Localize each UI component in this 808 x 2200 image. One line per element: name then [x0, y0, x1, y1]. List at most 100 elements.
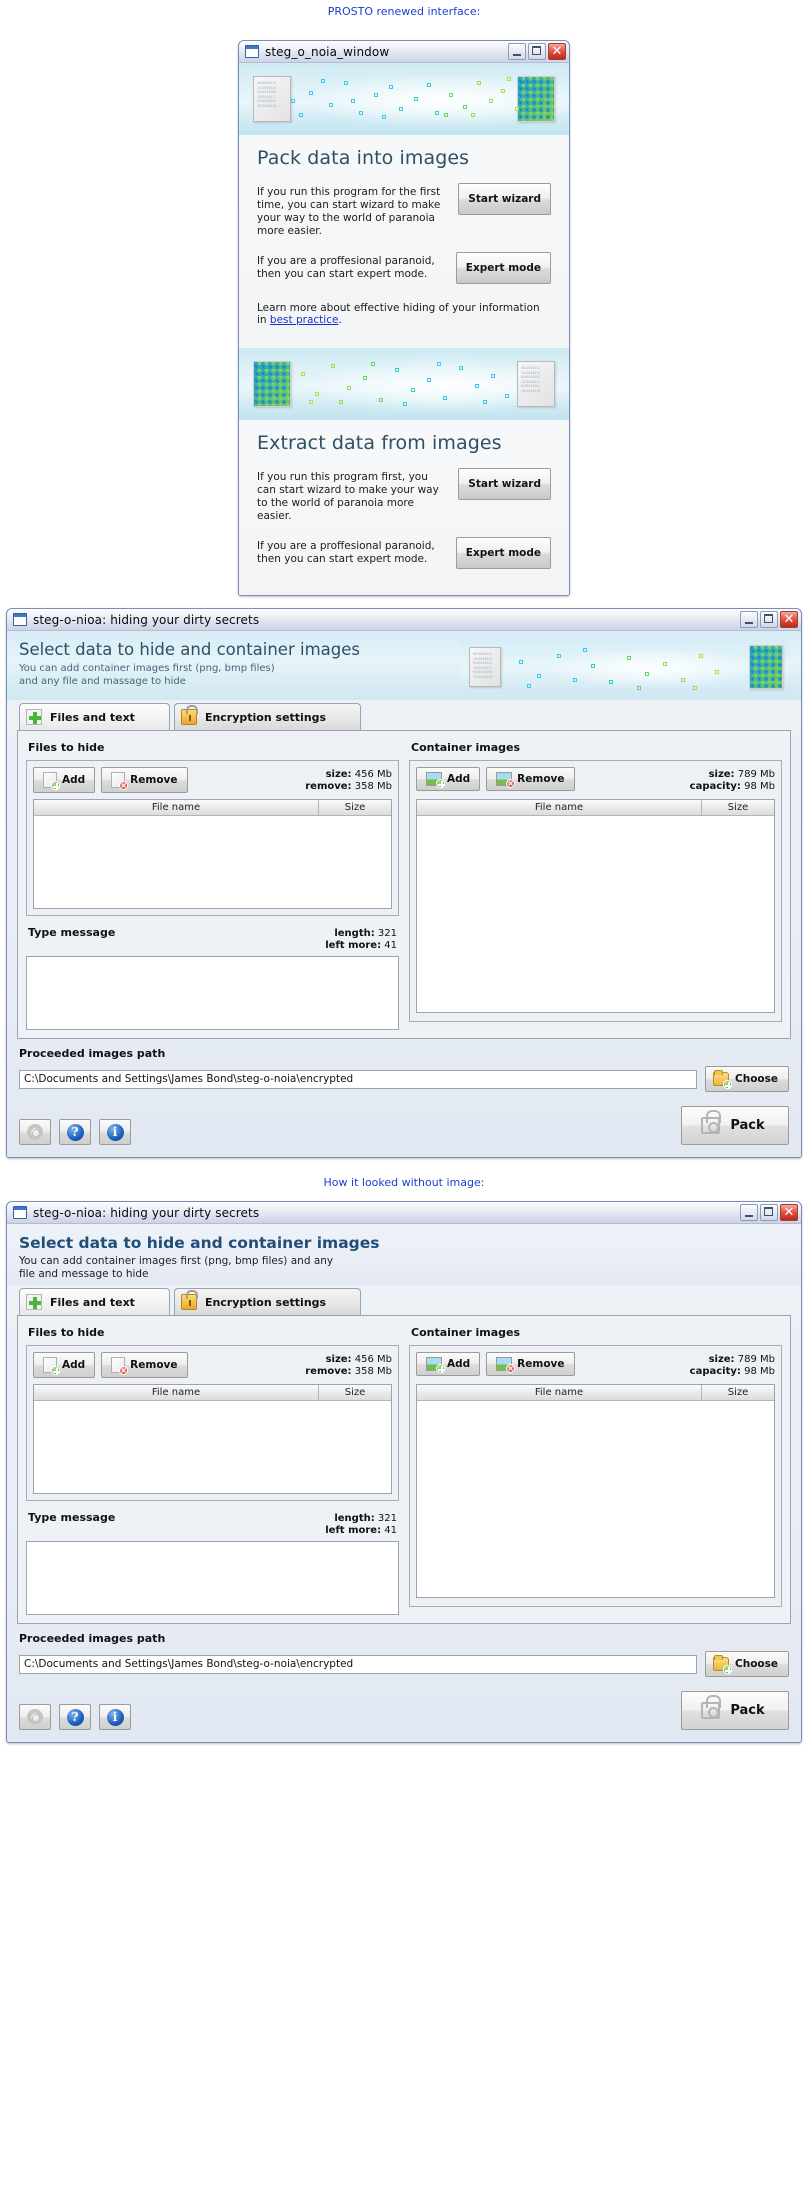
best-practice-link[interactable]: best practice [270, 314, 339, 326]
pack-button[interactable]: Pack [681, 1691, 789, 1730]
window1-container: steg_o_noia_window ✕ 0010010111 10101010… [0, 18, 808, 596]
header-text-block: Select data to hide and container images… [19, 1233, 791, 1281]
container-images-title: Container images [411, 1326, 520, 1339]
container-table[interactable]: File name Size [416, 799, 775, 1013]
container-toolbar: Add Remove size: 789 Mb [416, 767, 775, 793]
files-table-body[interactable] [34, 1401, 391, 1493]
path-label: Proceeded images path [19, 1632, 166, 1645]
files-toolbar: Add Remove size: 456 Mb [33, 1352, 392, 1378]
help-button[interactable]: ? [59, 1704, 91, 1730]
close-button[interactable]: ✕ [780, 611, 798, 628]
gear-icon [27, 1709, 43, 1725]
settings-button[interactable] [19, 1704, 51, 1730]
maximize-button[interactable] [528, 43, 546, 60]
document-add-icon [43, 1357, 60, 1375]
choose-button[interactable]: Choose [705, 1651, 789, 1677]
container-images-title: Container images [411, 741, 520, 754]
tab-encryption-settings[interactable]: Encryption settings [173, 703, 362, 730]
window1-titlebar[interactable]: steg_o_noia_window ✕ [239, 41, 569, 63]
tab-label: Encryption settings [204, 710, 327, 724]
pack-start-wizard-button[interactable]: Start wizard [458, 183, 551, 215]
button-label: Choose [735, 1658, 778, 1670]
container-images-box: Add Remove size: 789 Mb [409, 1345, 782, 1607]
path-input[interactable]: C:\Documents and Settings\James Bond\ste… [19, 1654, 698, 1674]
container-table-body[interactable] [417, 816, 774, 1012]
files-remove-label: remove: [305, 781, 352, 792]
container-stats: size: 789 Mb capacity: 98 Mb [690, 1352, 775, 1378]
close-button[interactable]: ✕ [780, 1204, 798, 1221]
window3-footer: ? i Pack [7, 1681, 801, 1742]
message-left-value: 41 [384, 940, 397, 951]
app-icon [245, 45, 259, 58]
files-size-value: 456 Mb [354, 1354, 392, 1365]
files-stats: size: 456 Mb remove: 358 Mb [305, 767, 392, 793]
padlock-icon [701, 1695, 722, 1719]
footer-icon-buttons: ? i [19, 1704, 131, 1730]
document-remove-icon [111, 772, 129, 790]
files-add-button[interactable]: Add [33, 767, 96, 793]
maximize-button[interactable] [760, 611, 778, 628]
tab-files-and-text[interactable]: Files and text [19, 703, 170, 730]
files-remove-button[interactable]: Remove [101, 767, 188, 793]
window3-body: Select data to hide and container images… [7, 1224, 801, 1742]
window2-title: steg-o-nioa: hiding your dirty secrets [33, 612, 260, 627]
help-button[interactable]: ? [59, 1119, 91, 1145]
extract-expert-mode-button[interactable]: Expert mode [455, 537, 551, 569]
window3-header: Select data to hide and container images… [7, 1224, 801, 1285]
page-subtitle: You can add container images first (png,… [19, 663, 275, 687]
document-remove-icon [111, 1357, 129, 1375]
message-header: Type message length: 321 left more: 41 [26, 1501, 399, 1541]
container-toolbar: Add Remove size: 789 Mb [416, 1352, 775, 1378]
message-length-label: length: [334, 1513, 375, 1524]
message-left-label: left more: [325, 940, 382, 951]
files-remove-button[interactable]: Remove [101, 1352, 188, 1378]
container-capacity-label: capacity: [689, 781, 741, 792]
column-header-file-name: File name [417, 1385, 702, 1400]
container-remove-button[interactable]: Remove [486, 1352, 575, 1376]
container-add-button[interactable]: Add [416, 767, 481, 791]
extract-start-wizard-button[interactable]: Start wizard [458, 468, 551, 500]
path-input[interactable]: C:\Documents and Settings\James Bond\ste… [19, 1069, 698, 1089]
window3-title: steg-o-nioa: hiding your dirty secrets [33, 1205, 260, 1220]
minimize-button[interactable] [508, 43, 526, 60]
column-header-file-name: File name [34, 1385, 319, 1400]
window2-header: Select data to hide and container images… [7, 631, 801, 700]
button-label: Pack [730, 1118, 765, 1133]
header-illustration [461, 640, 791, 694]
banner-pack-illustration [239, 63, 569, 135]
question-icon: ? [66, 1708, 84, 1726]
footer-icon-buttons: ? i [19, 1119, 131, 1145]
container-capacity-value: 98 Mb [744, 781, 775, 792]
window3-titlebar[interactable]: steg-o-nioa: hiding your dirty secrets ✕ [7, 1202, 801, 1224]
files-table-body[interactable] [34, 816, 391, 908]
minimize-button[interactable] [740, 1204, 758, 1221]
files-table[interactable]: File name Size [33, 799, 392, 909]
files-table[interactable]: File name Size [33, 1384, 392, 1494]
container-images-box: Add Remove size: 789 Mb [409, 760, 782, 1022]
container-table-body[interactable] [417, 1401, 774, 1597]
window2-titlebar[interactable]: steg-o-nioa: hiding your dirty secrets ✕ [7, 609, 801, 631]
tab-bar: Files and text Encryption settings [7, 1285, 801, 1315]
files-add-button[interactable]: Add [33, 1352, 96, 1378]
message-textarea[interactable] [26, 1541, 399, 1615]
message-textarea[interactable] [26, 956, 399, 1030]
info-button[interactable]: i [99, 1704, 131, 1730]
tab-files-and-text[interactable]: Files and text [19, 1288, 170, 1315]
pack-button[interactable]: Pack [681, 1106, 789, 1145]
info-button[interactable]: i [99, 1119, 131, 1145]
pack-learn-more: Learn more about effective hiding of you… [257, 294, 551, 338]
close-button[interactable]: ✕ [548, 43, 566, 60]
maximize-button[interactable] [760, 1204, 778, 1221]
column-header-file-name: File name [417, 800, 702, 815]
files-to-hide-column: Files to hide Add Remove [26, 739, 399, 1030]
pack-expert-mode-button[interactable]: Expert mode [455, 252, 551, 284]
tab-encryption-settings[interactable]: Encryption settings [173, 1288, 362, 1315]
choose-button[interactable]: Choose [705, 1066, 789, 1092]
minimize-button[interactable] [740, 611, 758, 628]
type-message-title: Type message [28, 1511, 116, 1524]
container-table[interactable]: File name Size [416, 1384, 775, 1598]
container-remove-button[interactable]: Remove [486, 767, 575, 791]
settings-button[interactable] [19, 1119, 51, 1145]
button-label: Remove [517, 1358, 565, 1370]
container-add-button[interactable]: Add [416, 1352, 481, 1376]
